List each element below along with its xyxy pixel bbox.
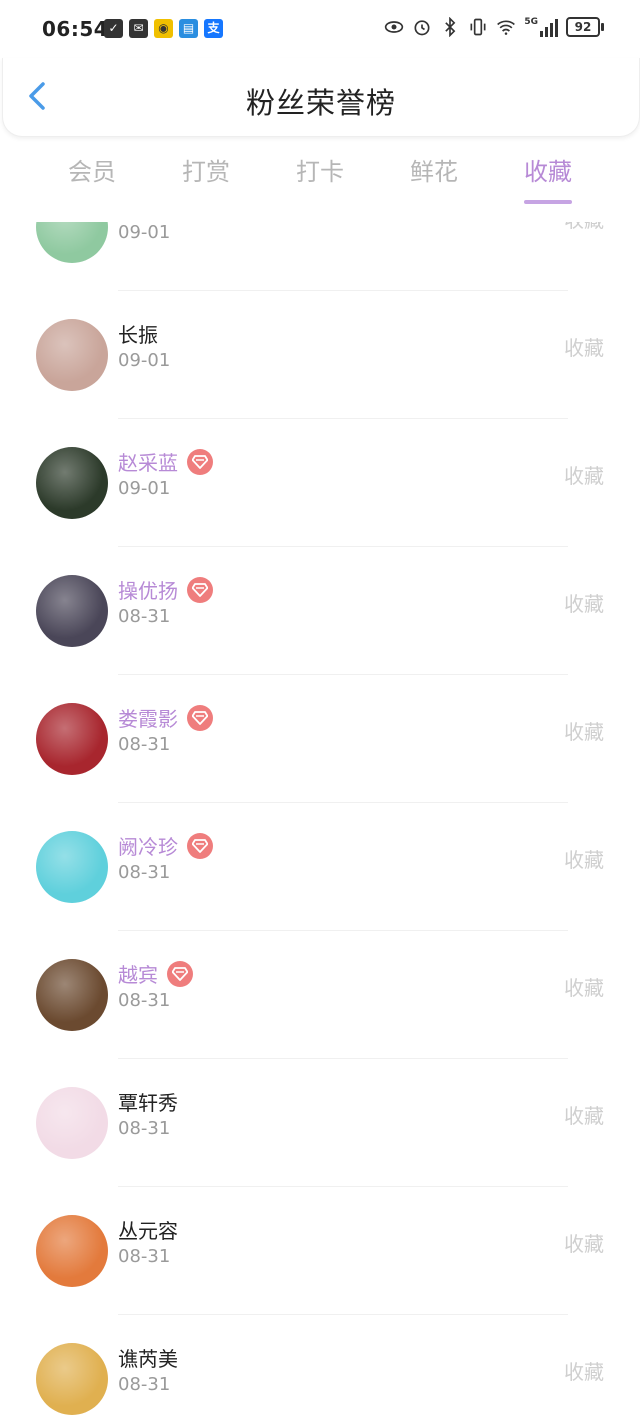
favorite-label: 收藏 <box>564 1360 604 1384</box>
name-row: 娄霞影 <box>118 703 213 732</box>
list-item[interactable]: 09-01 收藏 <box>0 222 640 291</box>
avatar[interactable] <box>36 575 108 647</box>
tab-label: 打卡 <box>296 158 344 186</box>
list-item[interactable]: 越宾 08-31 收藏 <box>0 931 640 1059</box>
favorite-label: 收藏 <box>564 1104 604 1128</box>
name-row: 丛元容 <box>118 1215 178 1244</box>
avatar[interactable] <box>36 831 108 903</box>
user-name[interactable]: 越宾 <box>118 959 158 988</box>
vip-diamond-icon <box>187 832 213 859</box>
signal-icon: 5G <box>524 17 558 37</box>
user-name[interactable]: 操优扬 <box>118 575 178 604</box>
avatar[interactable] <box>36 959 108 1031</box>
name-row: 操优扬 <box>118 575 213 604</box>
favorite-date: 08-31 <box>118 734 171 755</box>
wifi-icon <box>497 20 516 35</box>
favorite-label: 收藏 <box>564 720 604 744</box>
name-row: 阙冷珍 <box>118 831 213 860</box>
favorite-label: 收藏 <box>564 592 604 616</box>
favorite-label: 收藏 <box>564 848 604 872</box>
tab-label: 鲜花 <box>410 158 458 186</box>
name-row: 越宾 <box>118 959 193 988</box>
favorite-date: 08-31 <box>118 862 171 883</box>
bluetooth-icon <box>445 17 456 37</box>
favorite-date: 08-31 <box>118 1118 171 1139</box>
game-notification-icon: ◉ <box>154 19 173 38</box>
tab-label: 打赏 <box>182 158 230 186</box>
list-item[interactable]: 娄霞影 08-31 收藏 <box>0 675 640 803</box>
tab-favorites[interactable]: 收藏 <box>491 150 605 210</box>
favorite-label: 收藏 <box>564 222 604 233</box>
vip-diamond-icon <box>187 576 213 603</box>
status-time: 06:54 <box>42 17 109 41</box>
alarm-icon <box>414 20 430 36</box>
user-name[interactable]: 长振 <box>118 319 158 348</box>
user-name[interactable]: 阙冷珍 <box>118 831 178 860</box>
favorite-date: 08-31 <box>118 990 171 1011</box>
tab-members[interactable]: 会员 <box>35 150 149 210</box>
active-tab-indicator <box>524 200 572 204</box>
avatar[interactable] <box>36 1215 108 1287</box>
name-row: 覃轩秀 <box>118 1087 178 1116</box>
list-item[interactable]: 阙冷珍 08-31 收藏 <box>0 803 640 931</box>
avatar[interactable] <box>36 1343 108 1415</box>
user-name[interactable]: 覃轩秀 <box>118 1087 178 1116</box>
user-name[interactable]: 娄霞影 <box>118 703 178 732</box>
status-bar: 06:54 ✓ ✉ ◉ ▤ 支 5G 92 <box>0 0 640 60</box>
user-name[interactable]: 谯芮美 <box>118 1343 178 1372</box>
favorite-date: 08-31 <box>118 1374 171 1395</box>
favorite-date: 08-31 <box>118 1246 171 1267</box>
list-item[interactable]: 谯芮美 08-31 收藏 <box>0 1315 640 1422</box>
list-item[interactable]: 长振 09-01 收藏 <box>0 291 640 419</box>
list-item[interactable]: 操优扬 08-31 收藏 <box>0 547 640 675</box>
favorite-label: 收藏 <box>564 464 604 488</box>
list-item[interactable]: 赵采蓝 09-01 收藏 <box>0 419 640 547</box>
user-name[interactable]: 丛元容 <box>118 1215 178 1244</box>
list-item[interactable]: 覃轩秀 08-31 收藏 <box>0 1059 640 1187</box>
name-row: 谯芮美 <box>118 1343 178 1372</box>
name-row: 赵采蓝 <box>118 447 213 476</box>
vibrate-icon <box>470 18 486 36</box>
vip-diamond-icon <box>167 960 193 987</box>
page-title: 粉丝荣誉榜 <box>245 86 396 120</box>
avatar[interactable] <box>36 1087 108 1159</box>
favorite-label: 收藏 <box>564 1232 604 1256</box>
favorite-label: 收藏 <box>564 976 604 1000</box>
status-icons: 5G 92 <box>384 17 604 37</box>
notification-icons: ✓ ✉ ◉ ▤ 支 <box>104 19 223 38</box>
eye-icon <box>385 21 404 33</box>
vip-diamond-icon <box>187 448 213 475</box>
network-type-label: 5G <box>524 17 538 27</box>
app-notification-icon: ✓ <box>104 19 123 38</box>
favorite-date: 08-31 <box>118 606 171 627</box>
avatar[interactable] <box>36 222 108 263</box>
avatar[interactable] <box>36 319 108 391</box>
tab-checkin[interactable]: 打卡 <box>263 150 377 210</box>
name-row: 长振 <box>118 319 158 348</box>
book-notification-icon: ▤ <box>179 19 198 38</box>
favorite-date: 09-01 <box>118 222 171 243</box>
user-name[interactable]: 赵采蓝 <box>118 447 178 476</box>
mail-notification-icon: ✉ <box>129 19 148 38</box>
favorite-date: 09-01 <box>118 478 171 499</box>
tab-bar: 会员 打赏 打卡 鲜花 收藏 <box>0 150 640 210</box>
fan-list: 09-01收藏长振09-01收藏赵采蓝09-01收藏操优扬08-31收藏娄霞影0… <box>0 222 640 1422</box>
tab-label: 收藏 <box>524 158 572 186</box>
tab-rewards[interactable]: 打赏 <box>149 150 263 210</box>
tab-flowers[interactable]: 鲜花 <box>377 150 491 210</box>
tab-label: 会员 <box>68 158 116 186</box>
avatar[interactable] <box>36 703 108 775</box>
alipay-notification-icon: 支 <box>204 19 223 38</box>
app-header: 粉丝荣誉榜 <box>2 58 640 137</box>
battery-indicator: 92 <box>566 17 604 37</box>
vip-diamond-icon <box>187 704 213 731</box>
favorite-label: 收藏 <box>564 336 604 360</box>
favorite-date: 09-01 <box>118 350 171 371</box>
avatar[interactable] <box>36 447 108 519</box>
list-item[interactable]: 丛元容 08-31 收藏 <box>0 1187 640 1315</box>
